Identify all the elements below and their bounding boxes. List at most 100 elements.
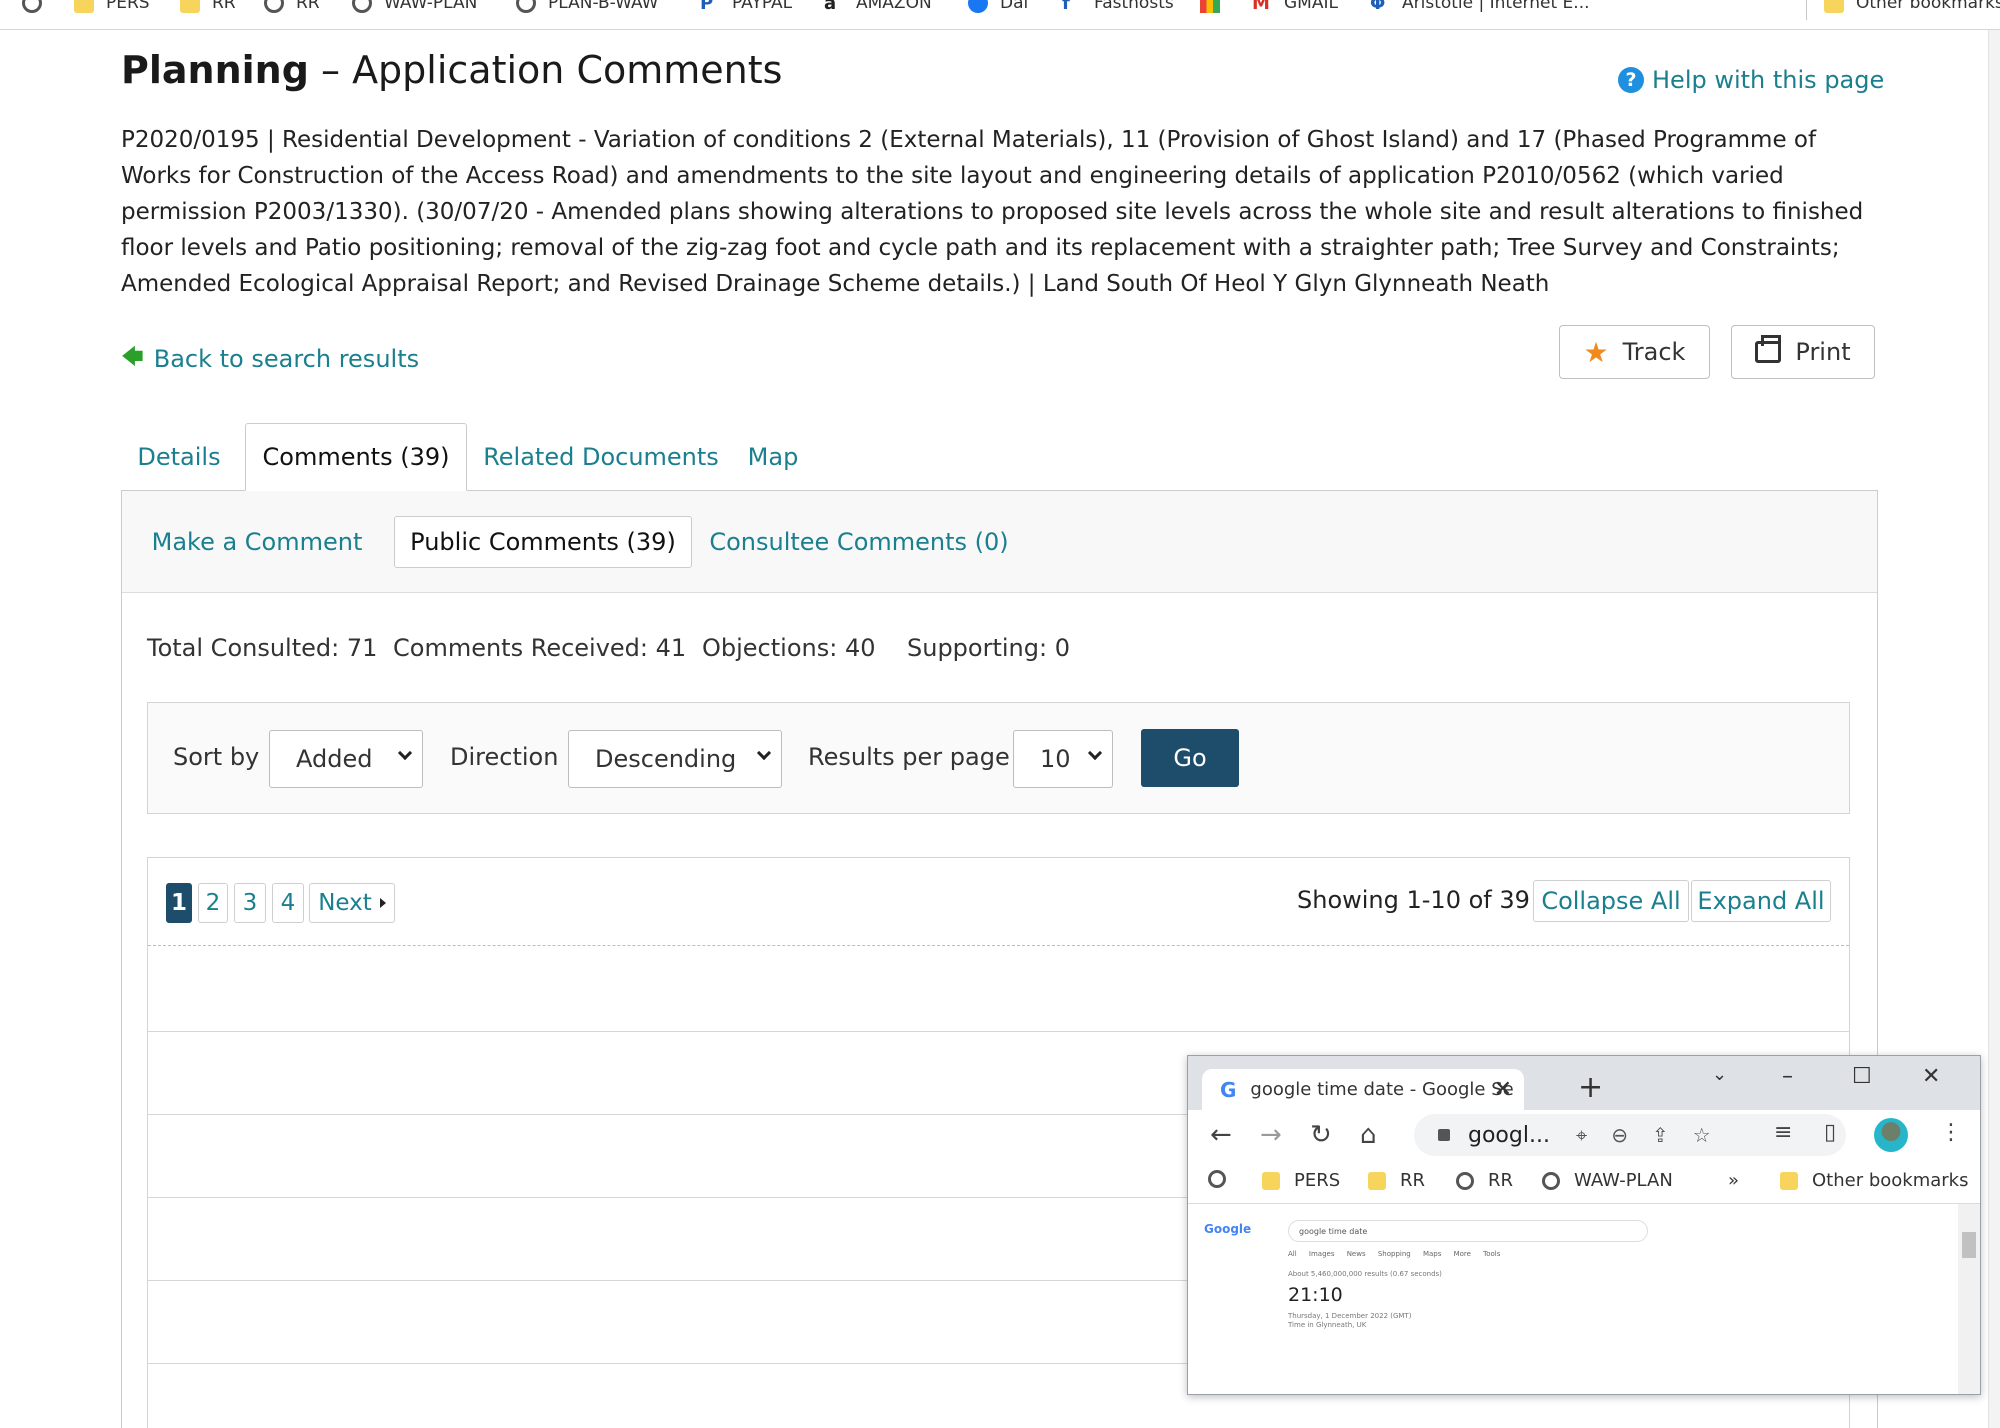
globe-icon <box>352 0 372 13</box>
popup-toolbar: ← → ↻ ⌂ googl... ⌖ ⊖ ⇪ ☆ ≡ ▯ ⋮ <box>1188 1110 1980 1160</box>
back-to-search-link[interactable]: 🡄 Back to search results <box>121 340 419 378</box>
track-button[interactable]: ★ Track <box>1559 325 1710 379</box>
bookmark-label: Other bookmarks <box>1856 0 2000 13</box>
mini-search-box[interactable]: google time date <box>1288 1220 1648 1242</box>
tab-details[interactable]: Details <box>121 423 237 491</box>
close-tab-icon[interactable]: ✕ <box>1494 1077 1512 1102</box>
reading-list-icon[interactable]: ≡ <box>1774 1120 1792 1145</box>
subtab-make-comment[interactable]: Make a Comment <box>142 516 372 568</box>
tab-comments[interactable]: Comments (39) <box>245 423 467 491</box>
subtab-consultee-comments[interactable]: Consultee Comments (0) <box>708 516 1010 568</box>
popup-bookmark-globe[interactable] <box>1208 1170 1240 1188</box>
tab-related-documents[interactable]: Related Documents <box>479 423 723 491</box>
page-1-button[interactable]: 1 <box>166 883 192 923</box>
zoom-icon[interactable]: ⊖ <box>1611 1123 1628 1147</box>
bookmark-waw-plan[interactable]: WAW-PLAN <box>352 0 477 16</box>
bookmark-label: AMAZON <box>856 0 932 13</box>
forward-icon[interactable]: → <box>1260 1120 1282 1150</box>
bookmarks-overflow-button[interactable]: » <box>1728 1170 1739 1191</box>
paypal-icon: P <box>700 0 714 14</box>
popup-bookmark-pers[interactable]: PERS <box>1262 1170 1340 1191</box>
results-per-page-select[interactable]: 10 <box>1013 730 1113 788</box>
bookmark-label: Dai <box>1000 0 1029 13</box>
popup-scrollbar[interactable] <box>1958 1204 1980 1394</box>
new-tab-button[interactable]: + <box>1578 1070 1603 1105</box>
page-title-bold: Planning <box>121 48 309 92</box>
sort-by-select[interactable]: Added <box>269 730 423 788</box>
bookmark-paypal[interactable]: P PAYPAL <box>700 0 792 16</box>
page-4-button[interactable]: 4 <box>272 883 304 923</box>
google-slides-icon <box>1200 0 1220 13</box>
popup-bookmark-rr-folder[interactable]: RR <box>1368 1170 1425 1191</box>
print-label: Print <box>1795 338 1851 366</box>
bookmark-label: RR <box>296 0 320 13</box>
bookmark-slides[interactable] <box>1200 0 1232 16</box>
page-scrollbar[interactable] <box>1988 30 2000 1428</box>
bookmark-pers[interactable]: PERS <box>74 0 150 16</box>
next-page-button[interactable]: Next <box>309 883 395 923</box>
collapse-all-button[interactable]: Collapse All <box>1533 880 1689 922</box>
stat-objections: Objections: 40 <box>702 634 876 662</box>
globe-icon <box>1208 1170 1226 1188</box>
popup-bookmark-rr-globe[interactable]: RR <box>1456 1170 1513 1191</box>
home-icon[interactable]: ⌂ <box>1360 1120 1377 1150</box>
bookmark-globe[interactable] <box>22 0 54 16</box>
aristotle-icon: Φ <box>1370 0 1386 14</box>
popup-bookmark-other[interactable]: Other bookmarks <box>1780 1170 1968 1191</box>
side-panel-icon[interactable]: ▯ <box>1824 1120 1836 1145</box>
maximize-button[interactable]: ☐ <box>1852 1064 1872 1089</box>
popup-bookmark-waw-plan[interactable]: WAW-PLAN <box>1542 1170 1673 1191</box>
bookmark-rr-folder[interactable]: RR <box>180 0 236 16</box>
avatar[interactable] <box>1874 1118 1908 1152</box>
help-link[interactable]: ? Help with this page <box>1618 66 1884 94</box>
arrow-left-icon: 🡄 <box>121 345 144 370</box>
popup-titlebar: G google time date - Google Se ✕ + ⌄ – ☐… <box>1188 1056 1980 1110</box>
time-result: 21:10 <box>1288 1284 1343 1306</box>
menu-icon[interactable]: ⋮ <box>1940 1120 1962 1145</box>
bookmark-star-icon[interactable]: ☆ <box>1693 1123 1711 1147</box>
bookmark-aristotle[interactable]: Φ Aristotle | Internet E... <box>1370 0 1590 16</box>
next-page-label: Next <box>318 890 372 916</box>
popup-browser-tab[interactable]: G google time date - Google Se ✕ <box>1202 1069 1524 1110</box>
results-per-page-value: 10 <box>1040 745 1071 773</box>
stat-comments-received: Comments Received: 41 <box>393 634 687 662</box>
page-3-button[interactable]: 3 <box>234 883 266 923</box>
expand-all-button[interactable]: Expand All <box>1691 880 1831 922</box>
globe-icon <box>516 0 536 13</box>
bookmark-rr-globe[interactable]: RR <box>264 0 320 16</box>
bookmarks-bar: PERS RR RR WAW-PLAN PLAN-B-WAW P PAYPAL a… <box>0 0 2000 30</box>
bookmark-plan-b-waw[interactable]: PLAN-B-WAW <box>516 0 658 16</box>
location-icon[interactable]: ⌖ <box>1576 1123 1587 1147</box>
page-2-button[interactable]: 2 <box>198 883 228 923</box>
bookmark-label: RR <box>1400 1170 1426 1191</box>
bookmark-label: PLAN-B-WAW <box>548 0 659 13</box>
bookmark-other[interactable]: Other bookmarks <box>1824 0 2000 16</box>
popup-scroll-thumb[interactable] <box>1962 1232 1976 1258</box>
google-doodle-logo[interactable]: Google <box>1204 1222 1251 1236</box>
bookmark-label: WAW-PLAN <box>1574 1170 1673 1191</box>
close-window-button[interactable]: ✕ <box>1922 1064 1940 1089</box>
bookmark-amazon[interactable]: a AMAZON <box>824 0 932 16</box>
subtab-public-comments[interactable]: Public Comments (39) <box>394 516 692 568</box>
direction-label: Direction <box>450 743 559 771</box>
back-icon[interactable]: ← <box>1210 1120 1232 1150</box>
page-title: Planning – Application Comments <box>121 48 782 92</box>
lock-icon <box>1438 1129 1450 1141</box>
bookmark-label: RR <box>212 0 236 13</box>
tab-map[interactable]: Map <box>733 423 813 491</box>
share-icon[interactable]: ⇪ <box>1652 1123 1669 1147</box>
bookmark-facebook[interactable]: Dai <box>968 0 1028 16</box>
bookmark-fasthosts[interactable]: f Fasthosts <box>1062 0 1174 16</box>
bookmark-label: RR <box>1488 1170 1514 1191</box>
comments-subtabs: Make a Comment Public Comments (39) Cons… <box>122 491 1877 593</box>
direction-value: Descending <box>595 745 737 773</box>
results-divider <box>148 945 1849 946</box>
bookmark-gmail[interactable]: M GMAIL <box>1252 0 1338 16</box>
reload-icon[interactable]: ↻ <box>1310 1120 1332 1150</box>
bookmark-label: WAW-PLAN <box>384 0 478 13</box>
direction-select[interactable]: Descending <box>568 730 782 788</box>
minimize-button[interactable]: – <box>1782 1064 1793 1089</box>
print-button[interactable]: Print <box>1731 325 1875 379</box>
go-button[interactable]: Go <box>1141 729 1239 787</box>
tab-search-icon[interactable]: ⌄ <box>1712 1064 1727 1085</box>
